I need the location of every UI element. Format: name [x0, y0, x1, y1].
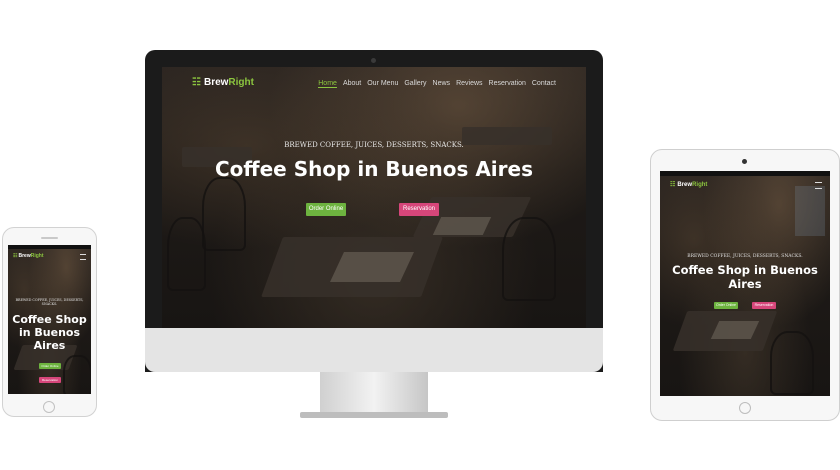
tablet-camera — [742, 159, 747, 164]
site-logo[interactable]: ☷ Brew Right — [192, 75, 254, 89]
phone-hamburger-icon[interactable] — [80, 254, 86, 260]
logo-icon: ☷ — [192, 76, 201, 88]
phone-logo-brew: Brew — [18, 253, 31, 259]
nav-news[interactable]: News — [433, 80, 451, 88]
tablet-screen: ☷ Brew Right BREWED COFFEE, JUICES, DESSE… — [660, 171, 830, 396]
phone-screen: ☷ Brew Right BREWED COFFEE, JUICES, DESSE… — [8, 245, 91, 394]
nav-contact[interactable]: Contact — [532, 80, 556, 88]
tablet-hero-title-line2: Aires — [728, 277, 762, 291]
main-nav: Home About Our Menu Gallery News Reviews… — [312, 80, 556, 88]
nav-home[interactable]: Home — [318, 80, 337, 88]
desktop-screen: ☷ Brew Right Home About Our Menu Gallery … — [162, 67, 586, 328]
phone-hero-title-line1: Coffee Shop — [12, 313, 87, 326]
monitor-chin — [145, 328, 603, 372]
phone-status-bar — [8, 245, 91, 249]
phone-hero-tagline: BREWED COFFEE, JUICES, DESSERTS, SNACKS. — [15, 298, 84, 306]
tablet-status-bar — [660, 171, 830, 176]
phone-device: ☷ Brew Right BREWED COFFEE, JUICES, DESSE… — [2, 227, 97, 417]
phone-hero-title-line3: Aires — [33, 339, 66, 352]
desktop-monitor: ☷ Brew Right Home About Our Menu Gallery … — [145, 50, 603, 372]
monitor-camera — [371, 58, 376, 63]
tablet-device: ☷ Brew Right BREWED COFFEE, JUICES, DESSE… — [650, 149, 840, 421]
nav-about[interactable]: About — [343, 80, 361, 88]
phone-logo[interactable]: ☷ Brew Right — [13, 253, 44, 259]
phone-speaker — [41, 237, 58, 239]
tablet-logo-right: Right — [692, 181, 708, 188]
hero-title: Coffee Shop in Buenos Aires — [215, 157, 533, 181]
phone-reservation-button[interactable]: Reservation — [39, 377, 61, 383]
nav-gallery[interactable]: Gallery — [404, 80, 426, 88]
tablet-order-online-button[interactable]: Order Online — [714, 302, 738, 309]
monitor-stand-base — [300, 412, 448, 418]
phone-order-online-button[interactable]: Order Online — [39, 363, 61, 369]
nav-our-menu[interactable]: Our Menu — [367, 80, 398, 88]
phone-hero-title-line2: in Buenos — [18, 326, 81, 339]
logo-text-right: Right — [228, 76, 254, 88]
nav-reservation[interactable]: Reservation — [489, 80, 526, 88]
tablet-reservation-button[interactable]: Reservation — [752, 302, 776, 309]
tablet-hero-title-line1: Coffee Shop in Buenos — [672, 263, 818, 277]
nav-reviews[interactable]: Reviews — [456, 80, 482, 88]
tablet-home-button[interactable] — [739, 402, 751, 414]
tablet-logo-brew: Brew — [677, 181, 693, 188]
reservation-button[interactable]: Reservation — [399, 203, 439, 216]
tablet-logo-icon: ☷ — [670, 182, 676, 188]
phone-home-button[interactable] — [43, 401, 55, 413]
tablet-logo[interactable]: ☷ Brew Right — [670, 181, 708, 189]
tablet-hamburger-icon[interactable] — [815, 182, 822, 189]
phone-logo-icon: ☷ — [13, 253, 18, 259]
logo-text-brew: Brew — [203, 76, 229, 88]
tablet-hero-tagline: BREWED COFFEE, JUICES, DESSERTS, SNACKS. — [687, 254, 803, 259]
hero-tagline: BREWED COFFEE, JUICES, DESSERTS, SNACKS. — [284, 141, 464, 149]
phone-logo-right: Right — [30, 253, 44, 259]
order-online-button[interactable]: Order Online — [306, 203, 346, 216]
